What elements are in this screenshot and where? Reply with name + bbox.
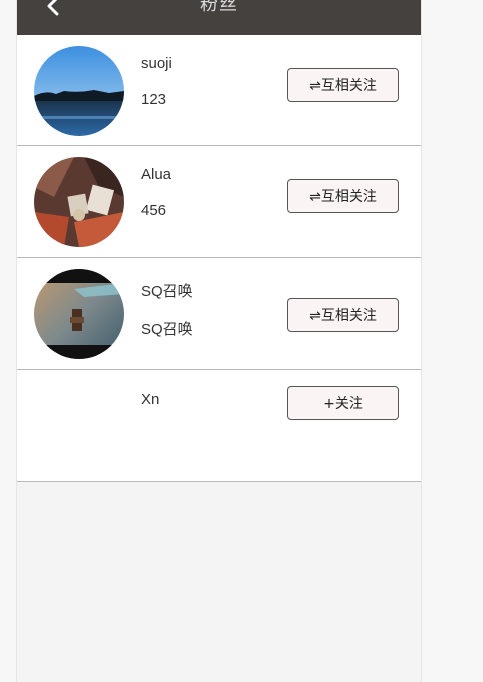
avatar[interactable] bbox=[34, 46, 124, 136]
sea-sunset-photo bbox=[34, 269, 124, 359]
fan-name: suoji bbox=[141, 55, 172, 72]
fan-subtitle: 123 bbox=[141, 91, 167, 108]
fan-subtitle: 456 bbox=[141, 202, 167, 219]
fans-list: suoji 123 ⇌互相关注 Alua 456 ⇌互相关注 SQ召唤 SQ召唤… bbox=[17, 35, 421, 482]
mutual-follow-button[interactable]: ⇌互相关注 bbox=[287, 68, 399, 102]
mutual-follow-button[interactable]: ⇌互相关注 bbox=[287, 179, 399, 213]
top-bar: 粉丝 bbox=[17, 0, 421, 35]
fan-row[interactable]: Alua 456 ⇌互相关注 bbox=[17, 146, 421, 258]
avatar[interactable] bbox=[34, 269, 124, 359]
fan-row[interactable]: suoji 123 ⇌互相关注 bbox=[17, 35, 421, 146]
fan-name: Xn bbox=[141, 391, 160, 408]
fan-subtitle: SQ召唤 bbox=[141, 321, 193, 338]
cozy-blanket-photo bbox=[34, 157, 124, 247]
fan-name: Alua bbox=[141, 166, 172, 183]
mutual-follow-button[interactable]: ⇌互相关注 bbox=[287, 298, 399, 332]
follow-button[interactable]: +关注 bbox=[287, 386, 399, 420]
lake-photo bbox=[34, 46, 124, 136]
avatar[interactable] bbox=[34, 157, 124, 247]
phone-frame: 粉丝 suoji 123 ⇌互相关注 Alua 456 ⇌互相关注 SQ召唤 S… bbox=[16, 0, 422, 682]
avatar[interactable] bbox=[34, 381, 124, 471]
fan-row[interactable]: SQ召唤 SQ召唤 ⇌互相关注 bbox=[17, 258, 421, 370]
fan-row[interactable]: Xn +关注 bbox=[17, 370, 421, 482]
fan-name: SQ召唤 bbox=[141, 283, 193, 300]
page-title: 粉丝 bbox=[200, 0, 238, 14]
